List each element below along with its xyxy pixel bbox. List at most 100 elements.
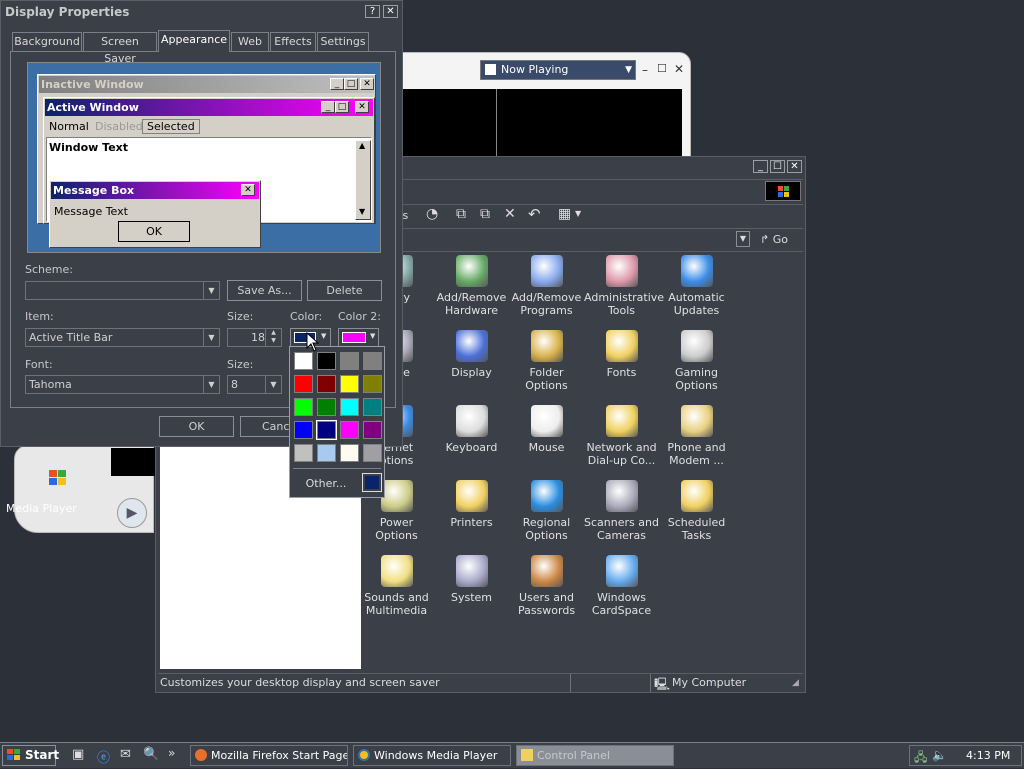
- cp-item[interactable]: Administrative Tools: [584, 255, 664, 317]
- color-swatch[interactable]: [294, 375, 313, 393]
- tab-appearance[interactable]: Appearance: [158, 30, 230, 52]
- color2-button[interactable]: ▼: [338, 328, 379, 347]
- cp-item[interactable]: Fonts: [584, 330, 659, 379]
- close-icon[interactable]: ✕: [674, 62, 684, 76]
- phone-icon: [680, 405, 713, 437]
- cp-item[interactable]: Phone and Modem ...: [659, 405, 734, 467]
- preview-message-title: Message Box: [53, 184, 135, 197]
- users-icon: [530, 555, 563, 587]
- cp-item[interactable]: Folder Options: [509, 330, 584, 392]
- cp-item-label: Mouse: [528, 441, 565, 454]
- resize-grip-icon[interactable]: ◢: [792, 678, 799, 688]
- go-button[interactable]: ↱ Go: [760, 231, 800, 248]
- cp-item[interactable]: Users and Passwords: [509, 555, 584, 617]
- cp-item[interactable]: Add/Remove Programs: [509, 255, 584, 317]
- copy-to-icon[interactable]: ⧉: [480, 206, 490, 222]
- color-swatch[interactable]: [317, 352, 336, 370]
- maximize-button[interactable]: ☐: [770, 160, 785, 173]
- history-icon[interactable]: ◔: [426, 206, 438, 222]
- color-swatch[interactable]: [317, 398, 336, 416]
- maximize-icon[interactable]: ☐: [657, 62, 667, 75]
- close-button[interactable]: ✕: [787, 160, 802, 173]
- chevron-down-icon: ▼: [203, 282, 219, 299]
- views-icon[interactable]: ▦: [558, 206, 571, 222]
- address-dropdown-icon[interactable]: ▼: [736, 231, 750, 247]
- color-swatch[interactable]: [363, 398, 382, 416]
- cp-item[interactable]: Scheduled Tasks: [659, 480, 734, 542]
- cp-item[interactable]: Add/Remove Hardware: [434, 255, 509, 317]
- color-swatch[interactable]: [316, 420, 337, 440]
- cp-item[interactable]: Gaming Options: [659, 330, 734, 392]
- preview-menu-selected: Selected: [142, 119, 200, 134]
- cp-item[interactable]: Printers: [434, 480, 509, 529]
- minimize-button[interactable]: _: [753, 160, 768, 173]
- color-swatch[interactable]: [363, 444, 382, 462]
- minimize-icon: _: [330, 78, 344, 90]
- font-select[interactable]: Tahoma ▼: [25, 375, 220, 394]
- cp-item[interactable]: Regional Options: [509, 480, 584, 542]
- color-swatch[interactable]: [317, 444, 336, 462]
- help-button[interactable]: ?: [365, 5, 380, 18]
- color-swatch[interactable]: [340, 398, 359, 416]
- cp-item-label: Gaming Options: [675, 366, 718, 392]
- network-tray-icon[interactable]: 🖧: [914, 748, 927, 769]
- tab-screen-saver[interactable]: Screen Saver: [83, 32, 157, 65]
- outlook-express-icon[interactable]: ✉: [120, 747, 131, 762]
- undo-icon[interactable]: ↶: [528, 205, 541, 223]
- tab-background[interactable]: Background: [12, 32, 82, 51]
- start-button[interactable]: Start: [2, 745, 59, 766]
- cp-item[interactable]: Scanners and Cameras: [584, 480, 659, 542]
- cp-item[interactable]: Windows CardSpace: [584, 555, 659, 617]
- media-player-title-dropdown[interactable]: Now Playing ▼: [480, 60, 636, 80]
- volume-tray-icon[interactable]: 🔈: [932, 748, 947, 762]
- color-swatch[interactable]: [294, 398, 313, 416]
- color-swatch[interactable]: [340, 421, 359, 439]
- cp-item[interactable]: Keyboard: [434, 405, 509, 454]
- views-dropdown-icon[interactable]: ▼: [575, 209, 581, 218]
- color-swatch[interactable]: [363, 352, 382, 370]
- ok-button[interactable]: OK: [159, 416, 234, 437]
- cp-item[interactable]: Automatic Updates: [659, 255, 734, 317]
- chevron-right-icon[interactable]: »: [168, 746, 175, 760]
- show-desktop-icon[interactable]: ▣: [72, 747, 84, 762]
- color-swatch[interactable]: [317, 375, 336, 393]
- cp-item[interactable]: System: [434, 555, 509, 604]
- taskbar-item-control-panel[interactable]: Control Panel: [516, 745, 674, 766]
- preview-inactive-title: Inactive Window: [41, 78, 144, 91]
- scheme-select[interactable]: ▼: [25, 281, 220, 300]
- move-to-icon[interactable]: ⧉: [456, 206, 466, 222]
- cp-item[interactable]: Display: [434, 330, 509, 379]
- media-player-desktop-shortcut[interactable]: ▶ Media Player: [4, 445, 155, 535]
- item-select[interactable]: Active Title Bar ▼: [25, 328, 220, 347]
- tab-effects[interactable]: Effects: [270, 32, 316, 51]
- taskbar-item-firefox[interactable]: Mozilla Firefox Start Page...: [190, 745, 348, 766]
- minimize-icon[interactable]: –: [642, 63, 648, 77]
- now-playing-icon: [485, 64, 496, 75]
- color-swatch[interactable]: [340, 444, 359, 462]
- color-swatch[interactable]: [294, 444, 313, 462]
- other-color-button[interactable]: Other...: [294, 475, 358, 493]
- play-icon: ▶: [117, 498, 147, 528]
- windows-explorer-icon[interactable]: 🔍: [143, 747, 159, 762]
- appearance-preview[interactable]: Inactive Window _ □ ✕ Active Window _ □ …: [27, 62, 381, 253]
- delete-button[interactable]: Delete: [307, 280, 382, 301]
- scheme-label: Scheme:: [25, 263, 73, 276]
- tab-web[interactable]: Web: [231, 32, 269, 51]
- cp-item[interactable]: Network and Dial-up Co...: [584, 405, 659, 467]
- internet-explorer-icon[interactable]: ⓔ: [97, 747, 110, 766]
- size-spinner[interactable]: 18 ▲ ▼: [227, 328, 282, 347]
- color-swatch[interactable]: [363, 375, 382, 393]
- delete-icon[interactable]: ✕: [504, 206, 516, 222]
- color-swatch[interactable]: [340, 352, 359, 370]
- font-size-select[interactable]: 8 ▼: [227, 375, 282, 394]
- tab-settings[interactable]: Settings: [317, 32, 369, 51]
- taskbar-item-media-player[interactable]: Windows Media Player: [353, 745, 511, 766]
- color-swatch[interactable]: [363, 421, 382, 439]
- cp-item[interactable]: Sounds and Multimedia: [359, 555, 434, 617]
- color-swatch[interactable]: [340, 375, 359, 393]
- cp-item[interactable]: Mouse: [509, 405, 584, 454]
- save-as-button[interactable]: Save As...: [227, 280, 302, 301]
- color-swatch[interactable]: [294, 352, 313, 370]
- close-button[interactable]: ✕: [383, 5, 398, 18]
- color-swatch[interactable]: [294, 421, 313, 439]
